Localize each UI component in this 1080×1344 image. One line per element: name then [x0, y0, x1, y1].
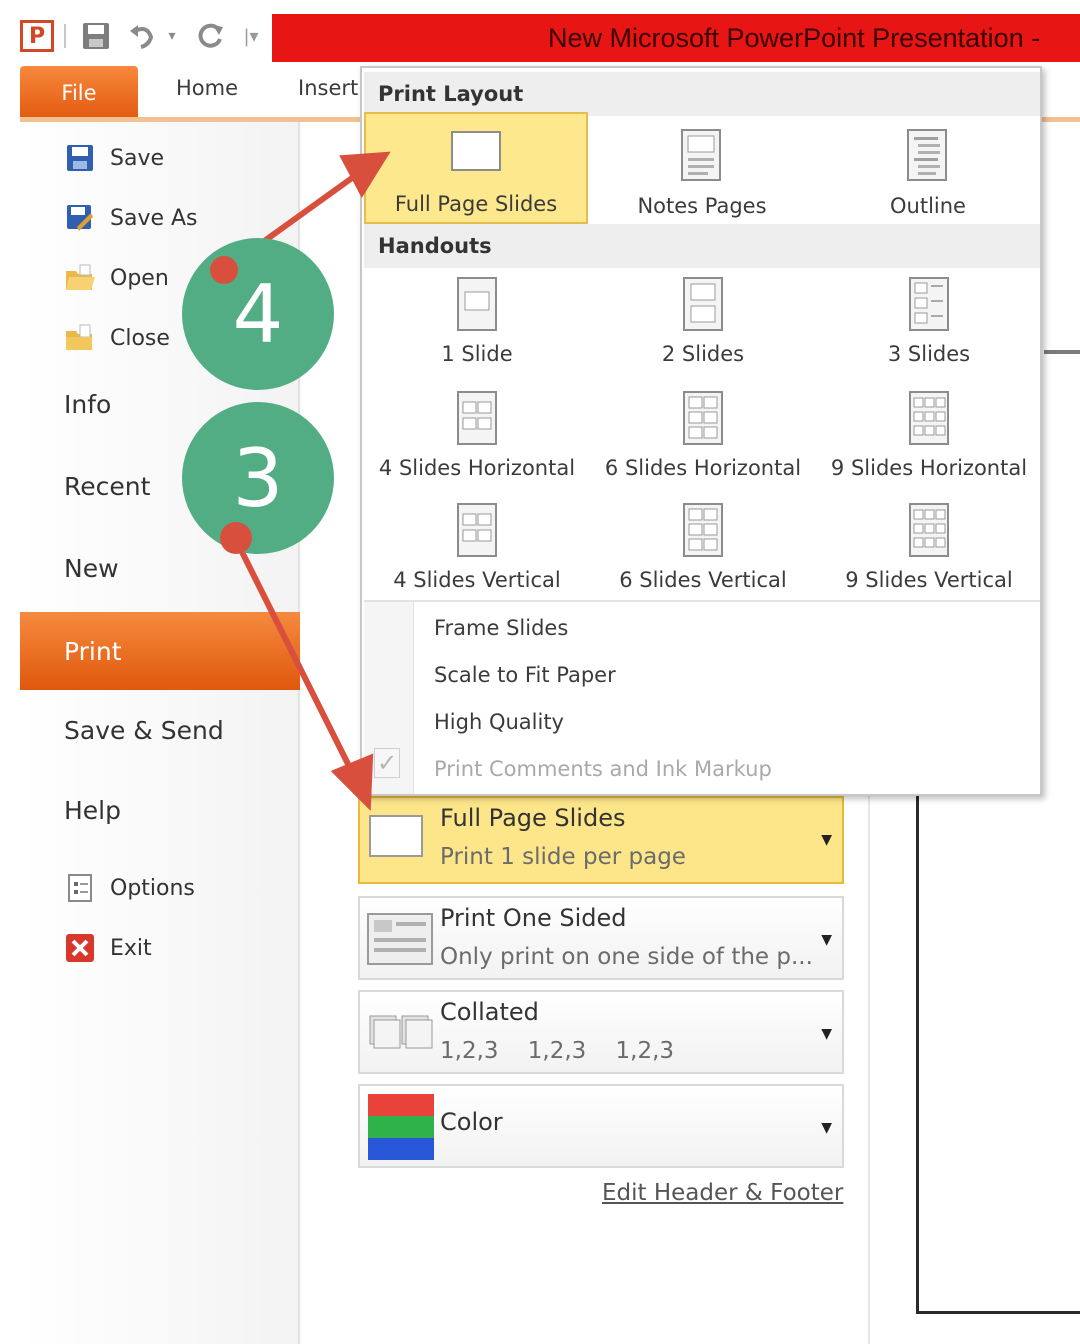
arrow-start-dot-step-4 [210, 256, 238, 284]
annotation-dots [210, 256, 252, 554]
arrow-start-dot-step-3 [220, 522, 252, 554]
